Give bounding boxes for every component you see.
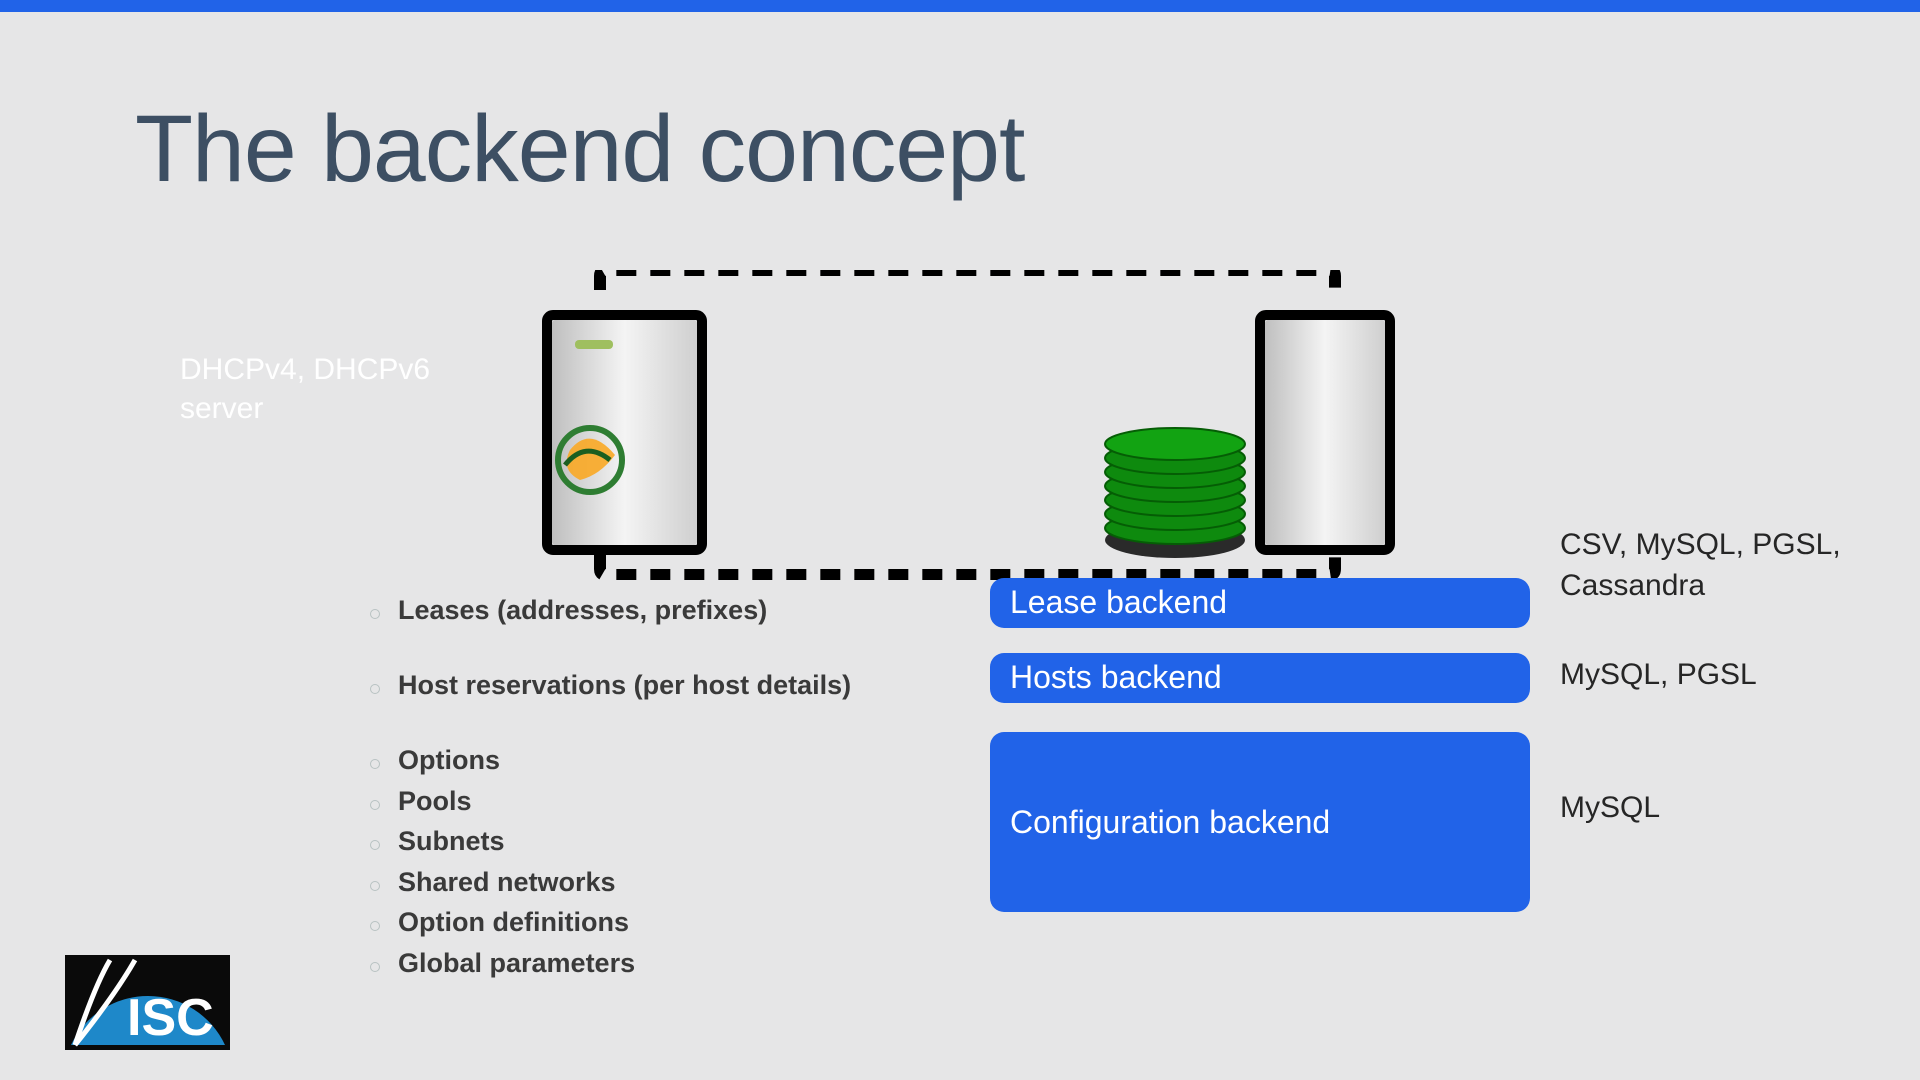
list-item: Host reservations (per host details) — [398, 665, 851, 706]
backend-box-hosts: Hosts backend — [990, 653, 1530, 703]
list-item: Global parameters — [398, 943, 635, 984]
list-hosts: Host reservations (per host details) — [370, 665, 851, 706]
backend-label: Configuration backend — [1010, 804, 1330, 841]
bullet-icon — [370, 881, 380, 891]
tech-label-lease: CSV, MySQL, PGSL, Cassandra — [1560, 525, 1860, 606]
accent-top-bar — [0, 0, 1920, 12]
list-item: Shared networks — [398, 862, 616, 903]
logo-text: ISC — [127, 989, 214, 1047]
list-item: Option definitions — [398, 902, 629, 943]
isc-logo: ISC — [65, 955, 230, 1050]
list-item: Pools — [398, 781, 472, 822]
server-label: DHCPv4, DHCPv6 server — [180, 350, 440, 428]
list-leases: Leases (addresses, prefixes) — [370, 590, 767, 631]
page-title: The backend concept — [135, 95, 1024, 204]
bullet-icon — [370, 759, 380, 769]
list-item: Subnets — [398, 821, 505, 862]
bullet-icon — [370, 684, 380, 694]
backend-box-lease: Lease backend — [990, 578, 1530, 628]
list-config: Options Pools Subnets Shared networks Op… — [370, 740, 635, 983]
server-right-icon — [1260, 315, 1390, 550]
diagram-servers — [535, 270, 1405, 580]
backend-label: Hosts backend — [1010, 659, 1222, 696]
list-item: Options — [398, 740, 500, 781]
list-item: Leases (addresses, prefixes) — [398, 590, 767, 631]
tech-label-config: MySQL — [1560, 788, 1860, 829]
bullet-icon — [370, 800, 380, 810]
server-left-icon — [547, 315, 702, 550]
bullet-icon — [370, 840, 380, 850]
bullet-icon — [370, 962, 380, 972]
bullet-icon — [370, 609, 380, 619]
backend-label: Lease backend — [1010, 584, 1227, 621]
tech-label-hosts: MySQL, PGSL — [1560, 655, 1860, 696]
bullet-icon — [370, 921, 380, 931]
database-icon — [1105, 428, 1245, 558]
backend-box-config: Configuration backend — [990, 732, 1530, 912]
